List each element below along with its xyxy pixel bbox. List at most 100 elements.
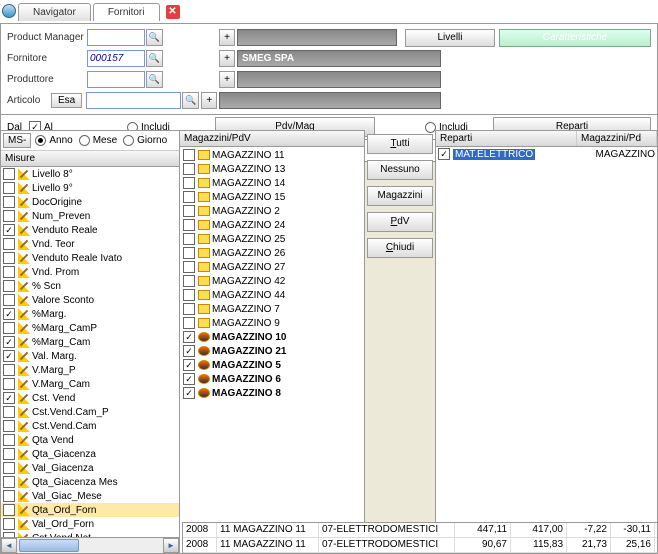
- magazzini-list[interactable]: MAGAZZINO 11MAGAZZINO 13MAGAZZINO 14 MAGA…: [180, 147, 364, 553]
- measure-item[interactable]: Livello 9°: [1, 181, 179, 195]
- magazzino-checkbox[interactable]: [183, 233, 195, 245]
- magazzino-checkbox[interactable]: [183, 387, 195, 399]
- magazzino-item[interactable]: MAGAZZINO 26: [181, 246, 363, 260]
- magazzino-item[interactable]: MAGAZZINO 8: [181, 386, 363, 400]
- measure-item[interactable]: Val_Ord_Forn: [1, 517, 179, 531]
- measure-item[interactable]: V.Marg_P: [1, 363, 179, 377]
- measure-item[interactable]: %Marg.: [1, 307, 179, 321]
- measure-checkbox[interactable]: [3, 364, 15, 376]
- measure-checkbox[interactable]: [3, 294, 15, 306]
- magazzino-item[interactable]: MAGAZZINO 6: [181, 372, 363, 386]
- magazzino-checkbox[interactable]: [183, 303, 195, 315]
- measure-item[interactable]: Qta Vend: [1, 433, 179, 447]
- livelli-button[interactable]: Livelli: [405, 29, 495, 47]
- produttore-lookup-icon[interactable]: 🔍: [146, 71, 163, 88]
- measure-checkbox[interactable]: [3, 518, 15, 530]
- measure-checkbox[interactable]: [3, 434, 15, 446]
- measure-checkbox[interactable]: [3, 238, 15, 250]
- nessuno-button[interactable]: Nessuno: [367, 160, 433, 180]
- mese-radio[interactable]: [79, 135, 90, 146]
- magazzino-item[interactable]: MAGAZZINO 24: [181, 218, 363, 232]
- magazzino-checkbox[interactable]: [183, 289, 195, 301]
- measure-item[interactable]: Vnd. Teor: [1, 237, 179, 251]
- magazzino-checkbox[interactable]: [183, 331, 195, 343]
- magazzino-checkbox[interactable]: [183, 359, 195, 371]
- measure-item[interactable]: Cst.Vend.Cam_P: [1, 405, 179, 419]
- produttore-plus-button[interactable]: +: [219, 71, 235, 88]
- measure-item[interactable]: Val_Giac_Mese: [1, 489, 179, 503]
- magazzino-checkbox[interactable]: [183, 275, 195, 287]
- articolo-plus-button[interactable]: +: [201, 92, 217, 109]
- reparto-checkbox[interactable]: [438, 148, 450, 160]
- measure-item[interactable]: Cst. Vend: [1, 391, 179, 405]
- magazzino-checkbox[interactable]: [183, 149, 195, 161]
- esa-button[interactable]: Esa: [51, 93, 82, 108]
- produttore-input[interactable]: [87, 71, 145, 88]
- magazzino-item[interactable]: MAGAZZINO 42: [181, 274, 363, 288]
- magazzino-checkbox[interactable]: [183, 247, 195, 259]
- reparti-list[interactable]: MAT.ELETTRICOMAGAZZINO: [436, 147, 657, 161]
- fornitore-lookup-icon[interactable]: 🔍: [146, 50, 163, 67]
- magazzino-item[interactable]: MAGAZZINO 13: [181, 162, 363, 176]
- pdv-button[interactable]: PdV: [367, 212, 433, 232]
- measure-checkbox[interactable]: [3, 252, 15, 264]
- magazzino-item[interactable]: MAGAZZINO 25: [181, 232, 363, 246]
- measure-item[interactable]: % Scn: [1, 279, 179, 293]
- measure-checkbox[interactable]: [3, 504, 15, 516]
- measure-item[interactable]: Valore Sconto: [1, 293, 179, 307]
- articolo-lookup-icon[interactable]: 🔍: [182, 92, 199, 109]
- measure-checkbox[interactable]: [3, 378, 15, 390]
- magazzino-item[interactable]: MAGAZZINO 2: [181, 204, 363, 218]
- caratteristiche-button[interactable]: Caratteristiche: [499, 29, 651, 47]
- measure-item[interactable]: Qta_Ord_Forn: [1, 503, 179, 517]
- measure-item[interactable]: Venduto Reale: [1, 223, 179, 237]
- tutti-button[interactable]: Tutti: [367, 134, 433, 154]
- measure-item[interactable]: Val_Giacenza: [1, 461, 179, 475]
- magazzino-item[interactable]: MAGAZZINO 21: [181, 344, 363, 358]
- scroll-track[interactable]: [17, 538, 163, 553]
- magazzino-item[interactable]: MAGAZZINO 7: [181, 302, 363, 316]
- measure-checkbox[interactable]: [3, 490, 15, 502]
- measure-item[interactable]: Qta_Giacenza: [1, 447, 179, 461]
- measure-checkbox[interactable]: [3, 280, 15, 292]
- pm-plus-button[interactable]: +: [219, 29, 235, 46]
- measure-item[interactable]: Val. Marg.: [1, 349, 179, 363]
- magazzino-checkbox[interactable]: [183, 261, 195, 273]
- magazzino-item[interactable]: MAGAZZINO 9: [181, 316, 363, 330]
- tab-navigator[interactable]: Navigator: [18, 3, 91, 21]
- magazzino-item[interactable]: MAGAZZINO 5: [181, 358, 363, 372]
- magazzino-item[interactable]: MAGAZZINO 14: [181, 176, 363, 190]
- tab-fornitori[interactable]: Fornitori: [93, 3, 160, 21]
- magazzino-checkbox[interactable]: [183, 317, 195, 329]
- chiudi-button[interactable]: Chiudi: [367, 238, 433, 258]
- measure-checkbox[interactable]: [3, 210, 15, 222]
- fornitore-plus-button[interactable]: +: [219, 50, 235, 67]
- magazzino-checkbox[interactable]: [183, 205, 195, 217]
- magazzino-checkbox[interactable]: [183, 163, 195, 175]
- measure-checkbox[interactable]: [3, 406, 15, 418]
- magazzino-checkbox[interactable]: [183, 177, 195, 189]
- measure-item[interactable]: %Marg_Cam: [1, 335, 179, 349]
- magazzino-item[interactable]: MAGAZZINO 27: [181, 260, 363, 274]
- measure-checkbox[interactable]: [3, 308, 15, 320]
- pm-lookup-icon[interactable]: 🔍: [146, 29, 163, 46]
- magazzino-item[interactable]: MAGAZZINO 11: [181, 148, 363, 162]
- measure-item[interactable]: %Marg_CamP: [1, 321, 179, 335]
- measure-checkbox[interactable]: [3, 350, 15, 362]
- measure-checkbox[interactable]: [3, 336, 15, 348]
- scroll-thumb[interactable]: [19, 539, 79, 552]
- articolo-input[interactable]: [86, 92, 181, 109]
- measure-checkbox[interactable]: [3, 476, 15, 488]
- scroll-right-icon[interactable]: ►: [163, 538, 179, 553]
- measure-item[interactable]: Num_Preven: [1, 209, 179, 223]
- close-tab-icon[interactable]: ✕: [166, 5, 180, 19]
- magazzino-checkbox[interactable]: [183, 219, 195, 231]
- magazzino-checkbox[interactable]: [183, 345, 195, 357]
- anno-radio[interactable]: [35, 135, 46, 146]
- measure-checkbox[interactable]: [3, 224, 15, 236]
- measures-list[interactable]: Livello 8°Livello 9°DocOrigineNum_Preven…: [1, 167, 179, 537]
- ms-button[interactable]: MS-: [3, 133, 31, 148]
- measure-checkbox[interactable]: [3, 168, 15, 180]
- pm-input[interactable]: [87, 29, 145, 46]
- magazzino-checkbox[interactable]: [183, 191, 195, 203]
